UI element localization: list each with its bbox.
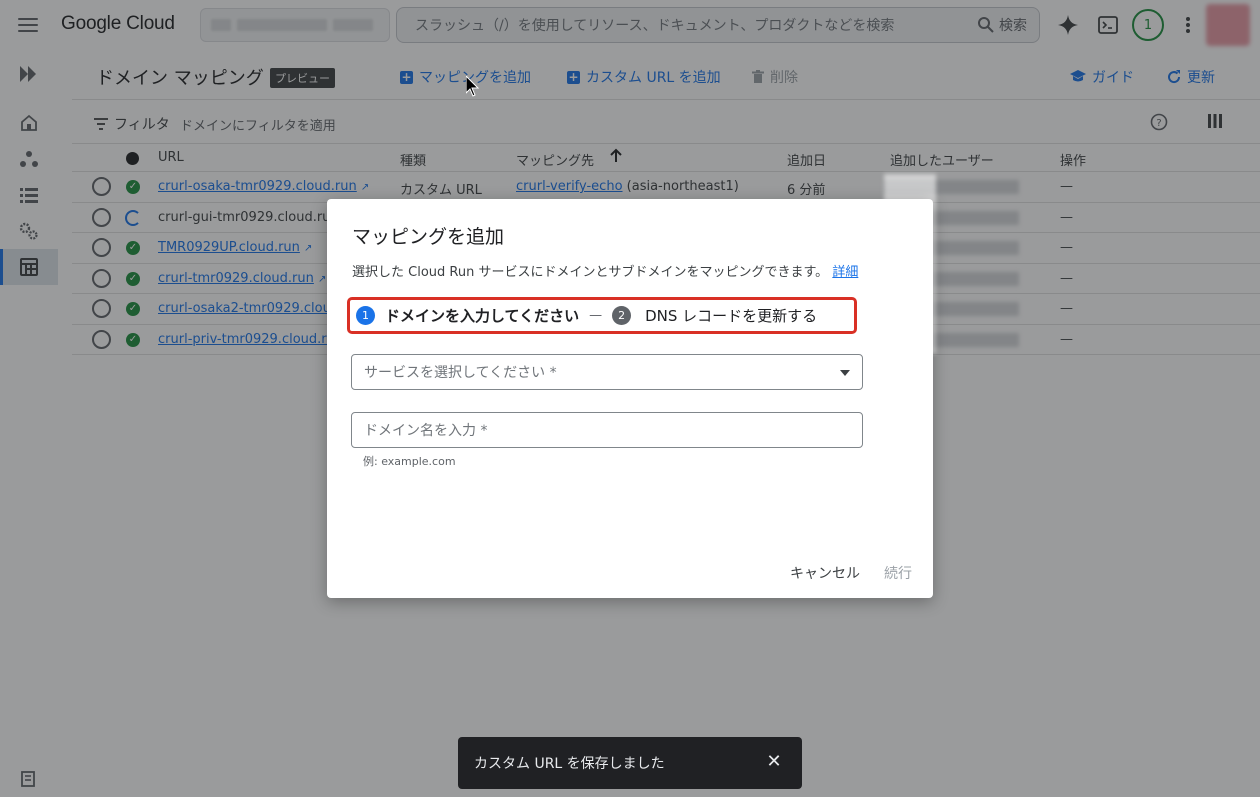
learn-more-link[interactable]: 詳細 — [832, 265, 858, 280]
snackbar-message: カスタム URL を保存しました — [474, 756, 665, 772]
step-2-number: 2 — [612, 306, 632, 325]
close-icon[interactable]: ✕ — [764, 752, 784, 772]
domain-name-placeholder: ドメイン名を入力 * — [364, 423, 488, 439]
domain-hint: 例: example.com — [363, 455, 456, 468]
add-mapping-dialog: マッピングを追加 選択した Cloud Run サービスにドメインとサブドメイン… — [327, 199, 933, 598]
service-select-placeholder: サービスを選択してください * — [364, 365, 557, 381]
dialog-description: 選択した Cloud Run サービスにドメインとサブドメインをマッピングできま… — [352, 261, 858, 280]
snackbar: カスタム URL を保存しました ✕ — [458, 737, 802, 789]
step-separator: — — [589, 308, 603, 323]
service-select[interactable]: サービスを選択してください * — [351, 354, 863, 390]
stepper: 1 ドメインを入力してください — 2 DNS レコードを更新する — [347, 297, 857, 334]
continue-button[interactable]: 続行 — [884, 563, 912, 583]
step-2-label: DNS レコードを更新する — [645, 307, 818, 325]
step-1-label: ドメインを入力してください — [385, 307, 580, 325]
cancel-button[interactable]: キャンセル — [790, 563, 860, 583]
step-1-number: 1 — [356, 306, 375, 325]
dropdown-arrow-icon — [840, 370, 850, 376]
domain-name-input[interactable]: ドメイン名を入力 * — [351, 412, 863, 448]
dialog-title: マッピングを追加 — [352, 226, 505, 248]
dialog-description-text: 選択した Cloud Run サービスにドメインとサブドメインをマッピングできま… — [352, 265, 829, 280]
